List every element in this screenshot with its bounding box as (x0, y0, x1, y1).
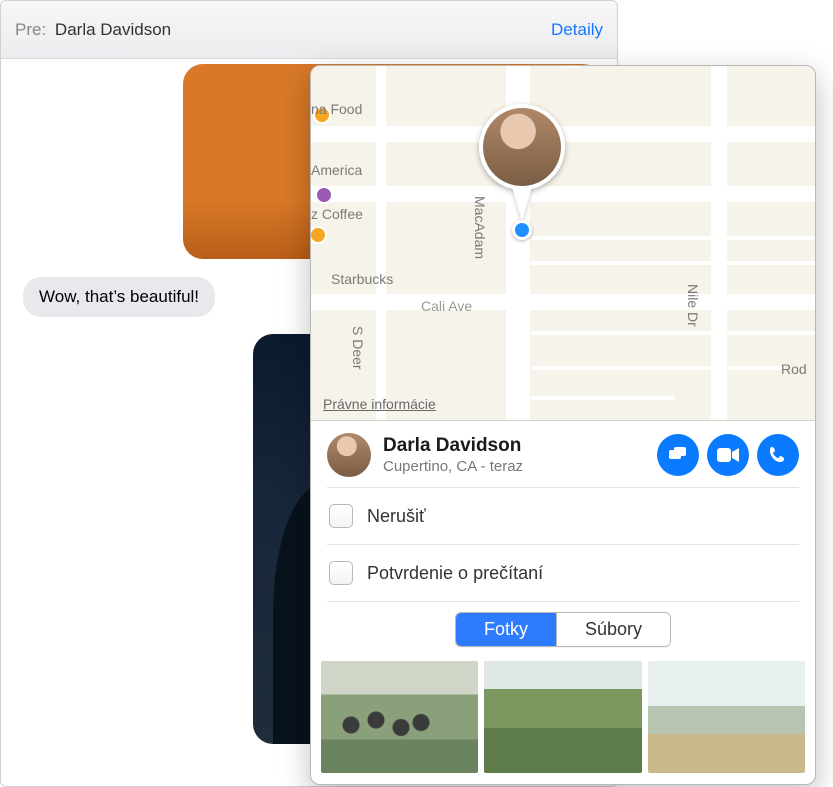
recipient-name[interactable]: Darla Davidson (55, 20, 171, 39)
map-label-deer: S Deer (350, 326, 366, 370)
dnd-label: Nerušiť (367, 506, 426, 527)
video-call-button[interactable] (707, 434, 749, 476)
map-avatar (479, 104, 565, 190)
video-icon (717, 448, 739, 462)
dnd-checkbox[interactable] (329, 504, 353, 528)
read-receipt-label: Potvrdenie o prečítaní (367, 563, 543, 584)
map-contact-pin[interactable] (479, 104, 565, 224)
map-location-dot (512, 220, 532, 240)
contact-actions (657, 434, 799, 476)
conversation-header: Pre: Darla Davidson Detaily (1, 1, 617, 59)
read-receipt-row[interactable]: Potvrdenie o prečítaní (311, 545, 815, 601)
map-label-coffee: z Coffee (311, 206, 363, 222)
read-receipt-checkbox[interactable] (329, 561, 353, 585)
contact-name: Darla Davidson (383, 435, 645, 457)
details-button[interactable]: Detaily (551, 20, 603, 40)
details-popover: na Food America z Coffee Starbucks Cali … (310, 65, 816, 785)
phone-icon (769, 446, 787, 464)
photo-thumbnail[interactable] (484, 661, 641, 773)
screen-share-button[interactable] (657, 434, 699, 476)
tab-files[interactable]: Súbory (556, 613, 670, 646)
contact-location-time: Cupertino, CA - teraz (383, 458, 645, 475)
received-message[interactable]: Wow, that’s beautiful! (23, 277, 215, 317)
photo-thumbnail[interactable] (321, 661, 478, 773)
attachments-segmented-control: Fotky Súbory (311, 602, 815, 661)
screen-share-icon (668, 446, 688, 464)
map-label-nile: Nile Dr (685, 284, 701, 327)
map-label-starbucks: Starbucks (331, 271, 393, 287)
photo-thumbnail[interactable] (648, 661, 805, 773)
map-label-rod: Rod (781, 361, 807, 377)
map-label-food: na Food (311, 101, 362, 117)
to-label: Pre: (15, 20, 46, 39)
audio-call-button[interactable] (757, 434, 799, 476)
tab-photos[interactable]: Fotky (456, 613, 556, 646)
contact-row: Darla Davidson Cupertino, CA - teraz (311, 421, 815, 487)
map-legal-link[interactable]: Právne informácie (323, 396, 436, 412)
avatar[interactable] (327, 433, 371, 477)
attachments-photo-grid (311, 661, 815, 773)
contact-text: Darla Davidson Cupertino, CA - teraz (383, 435, 645, 475)
map-label-cali: Cali Ave (421, 298, 472, 314)
map-label-america: America (311, 162, 362, 178)
do-not-disturb-row[interactable]: Nerušiť (311, 488, 815, 544)
header-recipient: Pre: Darla Davidson (15, 20, 171, 40)
location-map[interactable]: na Food America z Coffee Starbucks Cali … (311, 66, 815, 421)
